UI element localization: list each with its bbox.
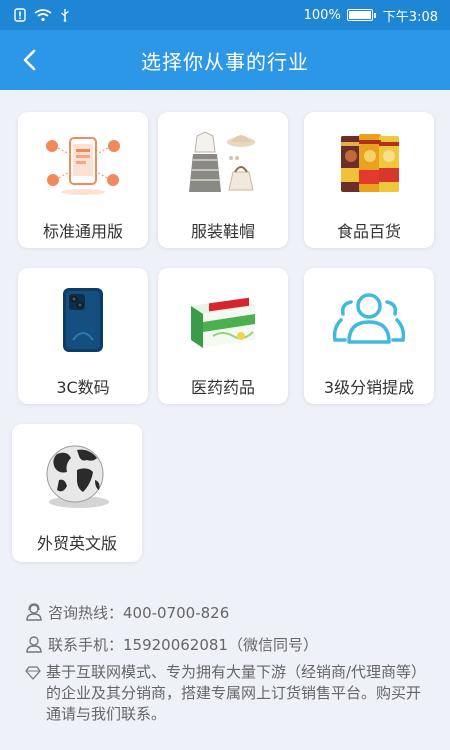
clock: 下午3:08	[382, 9, 438, 25]
users-group-icon	[329, 286, 409, 356]
contact-info: 咨询热线：400-0700-826 联系手机：15920062081（微信同号）…	[24, 598, 434, 725]
medicine-box-icon	[183, 286, 263, 356]
user-icon	[26, 603, 42, 621]
battery-icon	[346, 9, 376, 21]
industry-card-standard[interactable]: 标准通用版	[18, 112, 148, 248]
description-text: 基于互联网模式、专为拥有大量下游（经销商/代理商等）的企业及其分销商，搭建专属网…	[46, 663, 427, 723]
snacks-icon	[329, 130, 409, 200]
smartphone-icon	[43, 286, 123, 356]
wifi-icon	[34, 9, 52, 22]
hotline-text[interactable]: 咨询热线：400-0700-826	[48, 602, 229, 623]
mobile-text[interactable]: 联系手机：15920062081（微信同号）	[48, 634, 318, 655]
globe-icon	[37, 442, 117, 512]
phone-network-icon	[43, 130, 123, 200]
user-icon	[26, 636, 42, 653]
industry-card-food[interactable]: 食品百货	[304, 112, 434, 248]
chevron-left-icon	[23, 49, 36, 71]
notification-icon	[14, 8, 26, 22]
battery-percent: 100%	[303, 7, 341, 23]
industry-label: 标准通用版	[42, 222, 123, 241]
usb-icon	[61, 9, 69, 22]
industry-card-medicine[interactable]: 医药药品	[158, 268, 288, 404]
industry-card-foreign-trade[interactable]: 外贸英文版	[12, 424, 142, 562]
industry-card-distribution[interactable]: 3级分销提成	[304, 268, 434, 404]
industry-label: 3C数码	[56, 378, 110, 397]
back-button[interactable]	[14, 44, 46, 76]
status-bar: 100% 下午3:08	[0, 0, 450, 30]
status-icons-left	[14, 8, 70, 22]
industry-label: 食品百货	[336, 222, 401, 241]
page-title: 选择你从事的行业	[141, 49, 309, 74]
status-icons-right: 100% 下午3:08	[304, 6, 438, 25]
industry-card-clothing[interactable]: 服装鞋帽	[158, 112, 288, 248]
clothing-icon	[183, 130, 263, 200]
industry-label: 3级分销提成	[323, 378, 415, 397]
description-row: 基于互联网模式、专为拥有大量下游（经销商/代理商等）的企业及其分销商，搭建专属网…	[24, 662, 434, 725]
industry-label: 外贸英文版	[36, 534, 117, 553]
industry-card-3c[interactable]: 3C数码	[18, 268, 148, 404]
diamond-icon	[25, 666, 41, 680]
app-header: 选择你从事的行业	[0, 30, 450, 90]
mobile-row: 联系手机：15920062081（微信同号）	[24, 630, 434, 658]
industry-label: 医药药品	[190, 378, 255, 397]
hotline-row: 咨询热线：400-0700-826	[24, 598, 434, 626]
industry-label: 服装鞋帽	[190, 222, 255, 241]
